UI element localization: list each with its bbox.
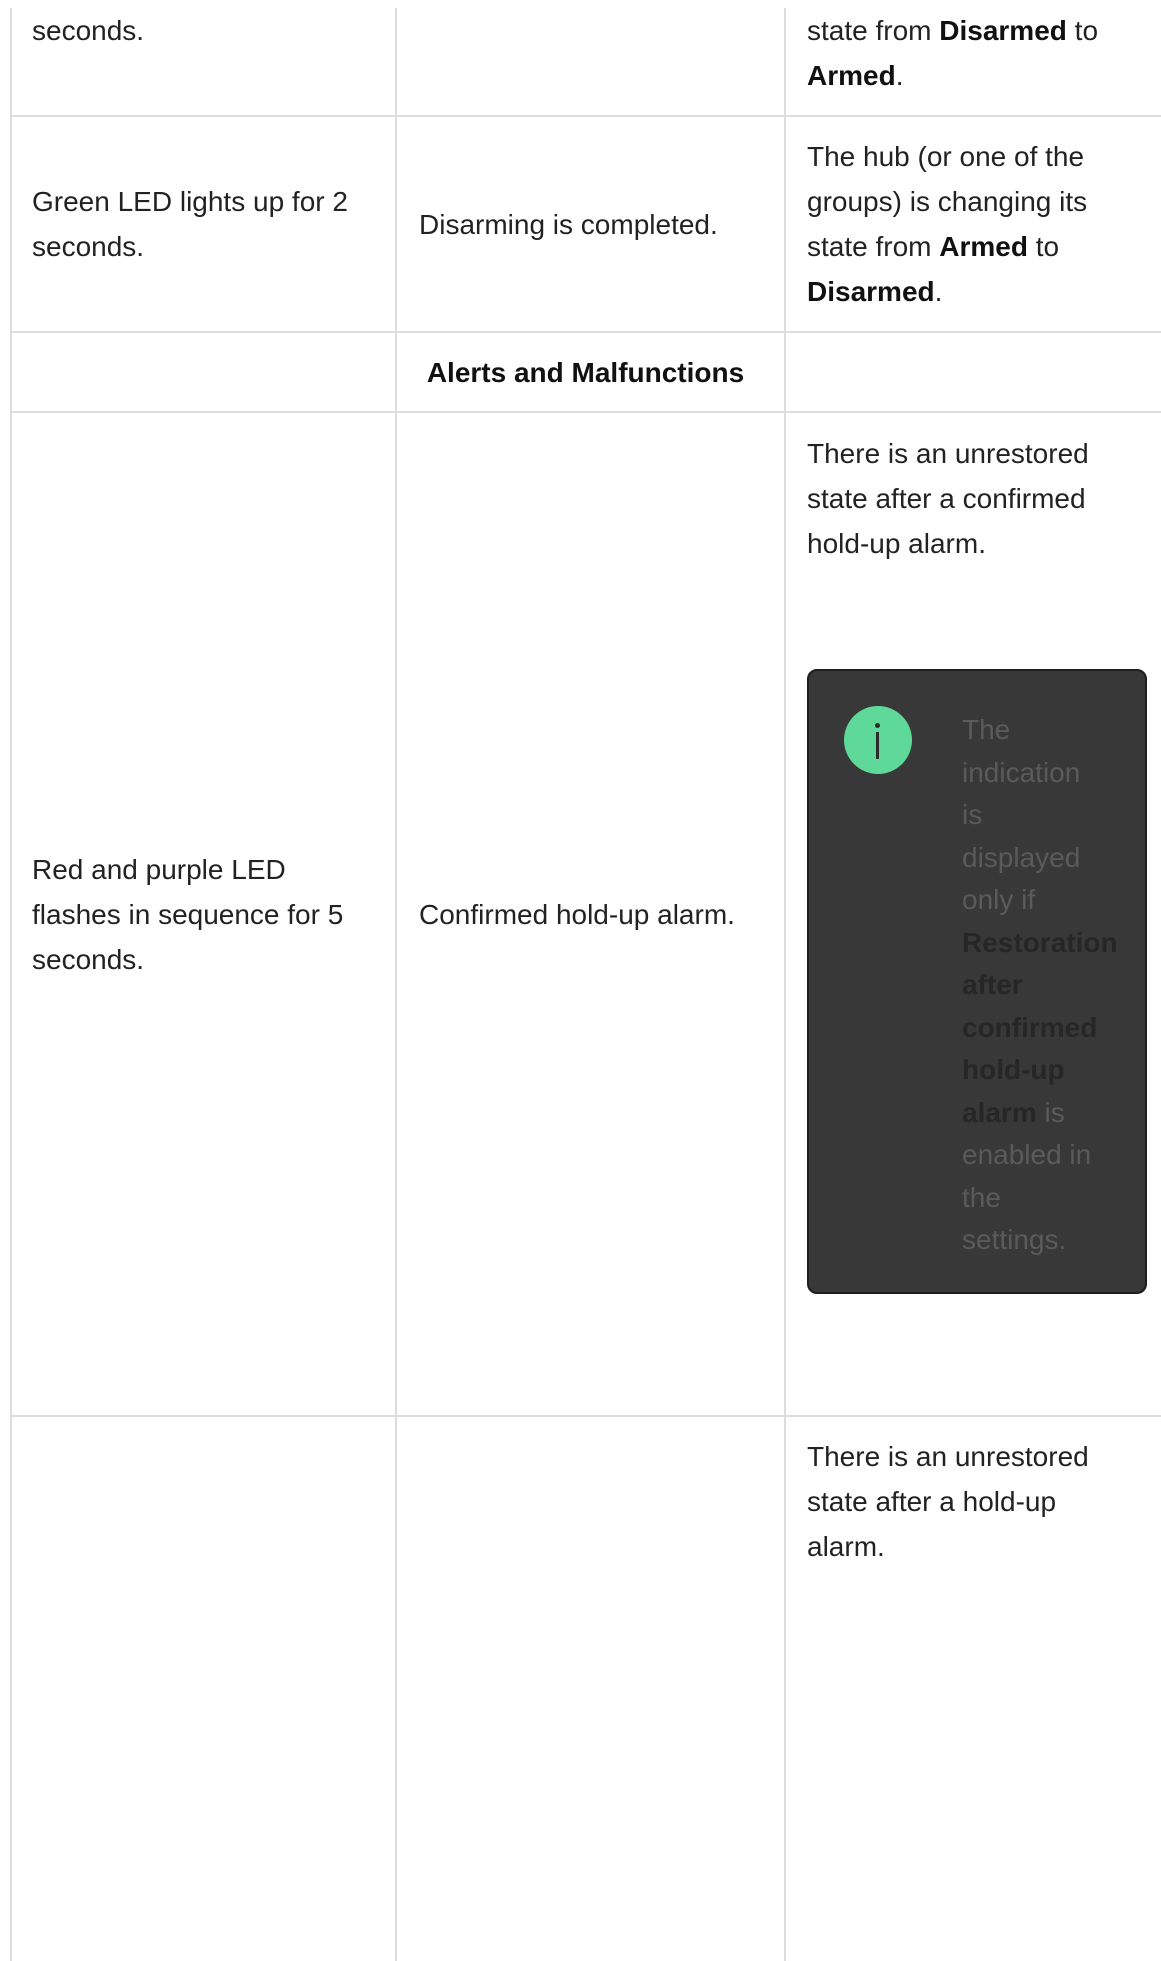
cell-line: groups) is changing its xyxy=(807,186,1088,217)
cell-line: state from Armed to xyxy=(807,231,1060,262)
cell-line: Red and purple LED xyxy=(32,854,286,885)
led-indication-table: seconds. state from Disarmed to Armed. G… xyxy=(0,0,1161,1961)
cell-line: alarm. xyxy=(807,1531,885,1562)
table-cell-note: There is an unrestored state after a con… xyxy=(807,431,1152,566)
column-divider-2 xyxy=(784,8,786,1961)
cell-line: There is an unrestored xyxy=(807,1441,1089,1472)
info-note-text: The indication is displayed only if Rest… xyxy=(962,714,1118,1255)
cell-line: Disarmed. xyxy=(807,276,943,307)
cell-text: Disarming is completed. xyxy=(419,209,718,240)
column-divider-1 xyxy=(395,8,397,1961)
cell-line: The hub (or one of the xyxy=(807,141,1085,172)
cell-line: There is an unrestored xyxy=(807,438,1089,469)
table-cell-note: The hub (or one of the groups) is changi… xyxy=(807,134,1152,314)
cell-line: seconds. xyxy=(32,231,145,262)
table-cell-indication: Green LED lights up for 2 seconds. xyxy=(32,179,348,269)
cell-line: flashes in sequence for 5 xyxy=(32,899,344,930)
table-cell-indication: Red and purple LED flashes in sequence f… xyxy=(32,847,343,982)
cell-line: state after a hold-up xyxy=(807,1486,1057,1517)
table-cell-indication: seconds. xyxy=(32,8,144,53)
cell-line: seconds. xyxy=(32,944,145,975)
cell-line: state from Disarmed to xyxy=(807,15,1099,46)
table-cell-event: Confirmed hold-up alarm. xyxy=(419,892,735,937)
cell-line: Green LED lights up for 2 xyxy=(32,186,348,217)
info-note-box: The indication is displayed only if Rest… xyxy=(807,669,1147,1294)
cell-line: hold-up alarm. xyxy=(807,528,986,559)
table-left-border xyxy=(10,8,12,1961)
info-icon xyxy=(844,706,912,774)
table-cell-event: Disarming is completed. xyxy=(419,202,718,247)
table-cell-note: state from Disarmed to Armed. xyxy=(807,8,1152,98)
row-divider xyxy=(10,115,1161,117)
row-divider xyxy=(10,1415,1161,1417)
cell-text: Confirmed hold-up alarm. xyxy=(419,899,735,930)
section-header-alerts: Alerts and Malfunctions xyxy=(426,357,745,388)
table-cell-note: There is an unrestored state after a hol… xyxy=(807,1434,1152,1569)
cell-text: seconds. xyxy=(32,15,145,46)
cell-line: state after a confirmed xyxy=(807,483,1086,514)
cell-line: Armed. xyxy=(807,60,904,91)
